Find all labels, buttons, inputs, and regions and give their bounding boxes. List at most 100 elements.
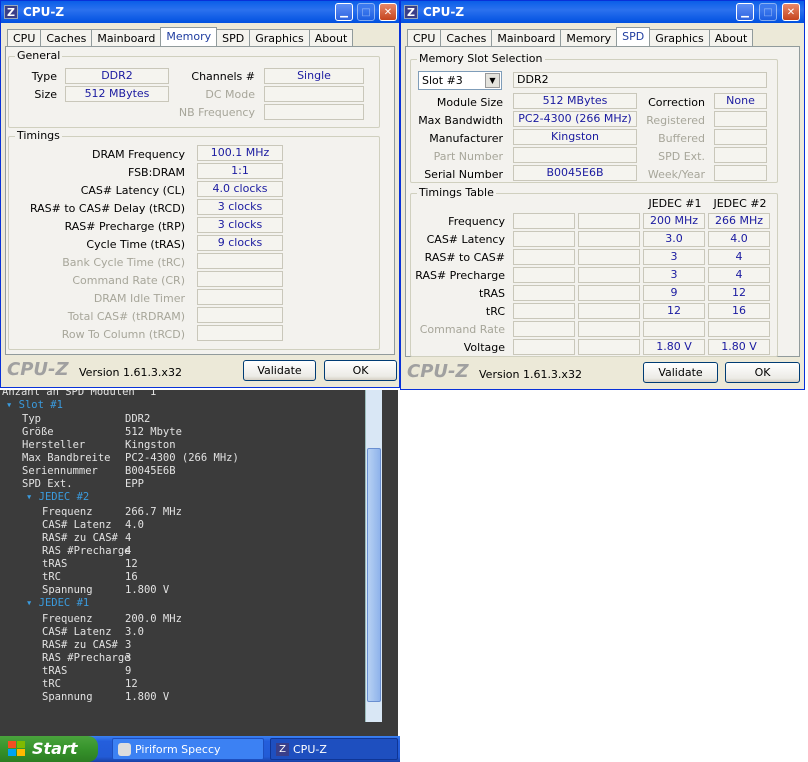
registered-label: Registered [646,114,705,127]
tab-mainboard[interactable]: Mainboard [491,29,562,47]
property-value: DDR2 [125,413,151,425]
version-text: Version 1.61.3.x32 [479,368,582,381]
property-value: 9 [125,665,132,677]
timings-group-label: Timings [15,129,62,142]
tab-spd[interactable]: SPD [616,27,651,48]
tab-about[interactable]: About [708,29,754,47]
property-label: RAS# zu CAS# [42,639,118,651]
tab-about[interactable]: About [308,29,354,47]
start-button[interactable]: Start [0,736,98,762]
jedec2-cell: 4 [708,249,770,265]
minimize-button[interactable]: ▁ [335,3,353,21]
timing-empty-cell [513,321,575,337]
slot-select[interactable]: Slot #3 ▼ [418,71,502,90]
general-group: General Type DDR2 Size 512 MBytes Channe… [8,49,380,128]
tab-mainboard[interactable]: Mainboard [91,29,162,47]
timings-table-group: Timings Table JEDEC #1 JEDEC #2 Frequenc… [410,186,778,357]
buffered-value [714,129,767,145]
scrollbar[interactable] [365,390,382,722]
slot-type-value: DDR2 [513,72,767,88]
scrollbar-thumb[interactable] [367,448,381,702]
property-value: 3.0 [125,626,144,638]
spd-ext-label: SPD Ext. [658,150,705,163]
tab-memory[interactable]: Memory [560,29,618,47]
timing-table-label: Voltage [463,341,505,354]
tab-graphics[interactable]: Graphics [249,29,310,47]
timing-table-label: CAS# Latency [426,233,505,246]
timing-value [197,325,283,341]
cpuz-task-icon: Z [276,743,289,756]
close-button[interactable]: ✕ [782,3,800,21]
tree-node[interactable]: ▾ Slot #1 [6,399,63,411]
close-button[interactable]: ✕ [379,3,397,21]
jedec2-cell: 4 [708,267,770,283]
cpuz-memory-window: Z CPU-Z ▁ □ ✕ CPU Caches Mainboard Memory… [0,0,400,388]
week-year-label: Week/Year [647,168,705,181]
property-label: Spannung [42,584,93,596]
spd-panel: Memory Slot Selection Slot #3 ▼ DDR2 Modu… [405,46,800,357]
timing-empty-cell [578,303,640,319]
tab-caches[interactable]: Caches [440,29,493,47]
property-value: 266.7 MHz [125,506,182,518]
type-value: DDR2 [65,68,169,84]
property-value: 12 [125,678,138,690]
window-title: CPU-Z [423,5,465,19]
timing-empty-cell [513,267,575,283]
timing-value: 9 clocks [197,235,283,251]
timing-label: RAS# Precharge (tRP) [64,220,185,233]
timing-label: DRAM Idle Timer [93,292,185,305]
timing-table-label: Command Rate [419,323,505,336]
property-value: B0045E6B [125,465,176,477]
maximize-button: □ [759,3,777,21]
start-label: Start [32,739,78,758]
jedec1-cell: 1.80 V [643,339,705,355]
timing-table-label: tRC [485,305,505,318]
timing-value [197,253,283,269]
manufacturer-value: Kingston [513,129,637,145]
taskbar: Start Piriform Speccy Z CPU-Z [0,736,400,762]
ok-button[interactable]: OK [324,360,397,381]
property-value: 1.800 V [125,584,170,596]
tree-node[interactable]: ▾ JEDEC #1 [26,597,89,609]
speccy-task-icon [118,743,131,756]
cpuz-app-icon: Z [4,5,18,19]
task-cpuz[interactable]: Z CPU-Z [270,738,398,760]
tab-memory[interactable]: Memory [160,27,218,48]
validate-button[interactable]: Validate [243,360,316,381]
serial-number-label: Serial Number [424,168,503,181]
tab-cpu[interactable]: CPU [7,29,42,47]
channels-value: Single [264,68,364,84]
tab-spd[interactable]: SPD [216,29,251,47]
task-speccy[interactable]: Piriform Speccy [112,738,264,760]
validate-button[interactable]: Validate [643,362,718,383]
minimize-button[interactable]: ▁ [736,3,754,21]
dc-mode-value [264,86,364,102]
footer: CPU-Z Version 1.61.3.x32 Validate OK [1,357,399,387]
ok-button[interactable]: OK [725,362,800,383]
timing-empty-cell [578,231,640,247]
timing-label: Cycle Time (tRAS) [86,238,185,251]
tab-graphics[interactable]: Graphics [649,29,710,47]
property-value: 3 [125,652,132,664]
tree-node[interactable]: ▾ JEDEC #2 [26,491,89,503]
jedec2-cell: 4.0 [708,231,770,247]
jedec2-cell: 266 MHz [708,213,770,229]
timing-empty-cell [578,339,640,355]
windows-flag-icon [8,741,25,756]
timing-value: 3 clocks [197,217,283,233]
correction-label: Correction [648,96,705,109]
tab-cpu[interactable]: CPU [407,29,442,47]
part-number-value [513,147,637,163]
property-label: Frequenz [42,506,93,518]
timing-table-label: Frequency [448,215,505,228]
correction-value: None [714,93,767,109]
property-value: 12 [125,558,138,570]
manufacturer-label: Manufacturer [429,132,503,145]
chevron-down-icon[interactable]: ▼ [485,73,500,88]
timing-table-label: RAS# Precharge [415,269,505,282]
property-label: Frequenz [42,613,93,625]
size-value: 512 MBytes [65,86,169,102]
timing-value: 4.0 clocks [197,181,283,197]
property-value: 1 [150,390,157,398]
tab-caches[interactable]: Caches [40,29,93,47]
